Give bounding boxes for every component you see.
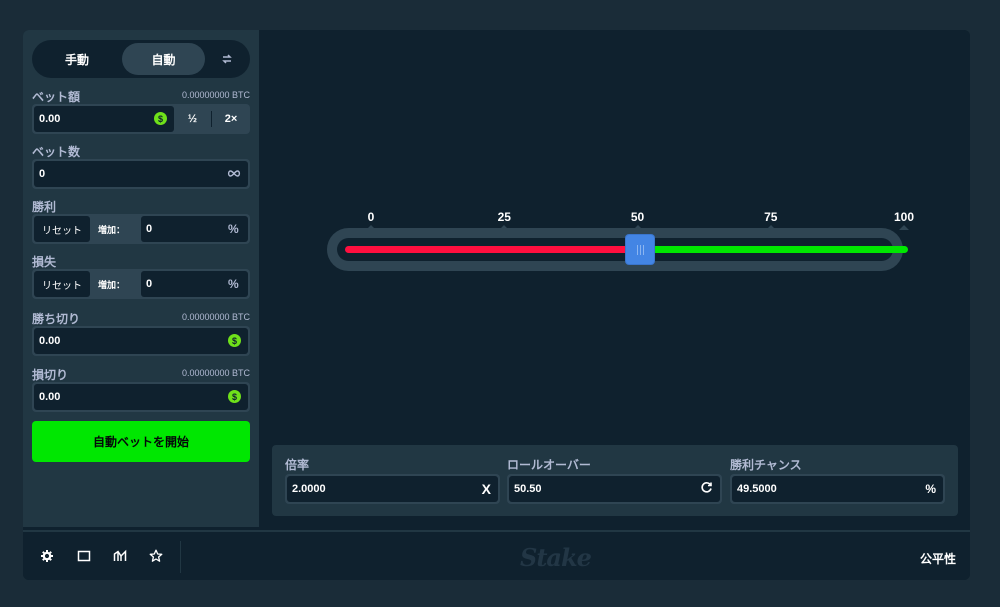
roll-over-group xyxy=(507,474,722,504)
fairness-link[interactable]: 公平性 xyxy=(920,550,956,567)
manual-tab[interactable]: 手動 xyxy=(36,43,118,75)
percent-icon: % xyxy=(925,482,936,496)
slider-handle[interactable] xyxy=(626,235,655,264)
on-win-reset-button[interactable]: リセット xyxy=(34,216,90,242)
sidebar: 手動 自動 ベット額 0.00000000 BTC $ ½ 2× ベット数 勝利 xyxy=(23,30,259,527)
stats-panel: 倍率 X ロールオーバー 勝利チャンス % xyxy=(272,445,958,516)
percent-icon: % xyxy=(228,277,239,291)
win-chance-input[interactable] xyxy=(732,476,943,502)
multiplier-label: 倍率 xyxy=(285,458,310,472)
on-loss-reset-button[interactable]: リセット xyxy=(34,271,90,297)
bet-count-label: ベット数 xyxy=(32,145,81,159)
half-button[interactable]: ½ xyxy=(174,104,211,134)
win-range-bar xyxy=(640,246,908,253)
lose-range-bar xyxy=(345,246,641,253)
percent-icon: % xyxy=(228,222,239,236)
infinity-icon xyxy=(227,167,241,180)
bet-amount-input[interactable] xyxy=(34,106,174,132)
multiplier-input[interactable] xyxy=(287,476,498,502)
theatre-mode-icon[interactable] xyxy=(77,549,91,563)
stop-loss-btc: 0.00000000 BTC xyxy=(181,368,250,378)
on-loss-increase-label: 増加： xyxy=(98,280,126,290)
star-icon[interactable] xyxy=(149,549,163,563)
roll-over-label: ロールオーバー xyxy=(507,458,591,472)
auto-tab[interactable]: 自動 xyxy=(122,43,205,75)
start-autobet-button[interactable]: 自動ベットを開始 xyxy=(32,421,250,462)
slider-tick-label: 100 xyxy=(893,210,915,224)
dice-game-area: 0 25 50 75 100 倍率 X ロールオーバー 勝利チャンス xyxy=(259,30,970,527)
double-button[interactable]: 2× xyxy=(212,104,250,134)
on-loss-label: 損失 xyxy=(32,255,57,269)
mode-toggle: 手動 自動 xyxy=(32,40,250,78)
stop-profit-input[interactable] xyxy=(34,328,248,354)
multiply-icon: X xyxy=(481,481,491,497)
bet-count-group xyxy=(32,159,250,189)
on-win-increase-label: 増加： xyxy=(98,225,126,235)
bet-amount-btc: 0.00000000 BTC xyxy=(181,90,250,100)
stop-profit-btc: 0.00000000 BTC xyxy=(181,312,250,322)
bet-amount-label: ベット額 xyxy=(32,90,81,104)
win-chance-group: % xyxy=(730,474,945,504)
stop-loss-input[interactable] xyxy=(34,384,248,410)
bet-count-input[interactable] xyxy=(34,161,248,187)
refresh-icon[interactable] xyxy=(700,481,713,497)
gear-icon[interactable] xyxy=(40,549,54,563)
bet-amount-group: $ ½ 2× xyxy=(32,104,250,134)
slider-tick-notch xyxy=(899,225,909,230)
slider-tick-label: 0 xyxy=(367,210,375,224)
stop-loss-label: 損切り xyxy=(32,368,69,382)
coin-icon: $ xyxy=(228,334,241,347)
win-chance-label: 勝利チャンス xyxy=(730,458,802,472)
swap-icon[interactable] xyxy=(216,48,238,70)
on-win-label: 勝利 xyxy=(32,200,57,214)
coin-icon: $ xyxy=(228,390,241,403)
stake-logo: Stake xyxy=(520,543,592,572)
stats-chart-icon[interactable] xyxy=(113,549,127,563)
game-frame: 手動 自動 ベット額 0.00000000 BTC $ ½ 2× ベット数 勝利 xyxy=(23,30,970,580)
slider-track xyxy=(327,228,908,271)
slider-tick-label: 75 xyxy=(764,210,778,224)
footer-divider xyxy=(180,541,181,573)
slider-tick-label: 25 xyxy=(497,210,511,224)
stop-profit-label: 勝ち切り xyxy=(32,312,81,326)
slider-tick-label: 50 xyxy=(630,210,645,224)
on-loss-group: リセット 増加： % xyxy=(32,269,250,299)
stop-loss-group: $ xyxy=(32,382,250,412)
stop-profit-group: $ xyxy=(32,326,250,356)
roll-over-input[interactable] xyxy=(509,476,720,502)
coin-icon: $ xyxy=(154,112,167,125)
multiplier-group: X xyxy=(285,474,500,504)
footer-bar: Stake 公平性 xyxy=(23,530,970,580)
on-win-group: リセット 増加： % xyxy=(32,214,250,244)
